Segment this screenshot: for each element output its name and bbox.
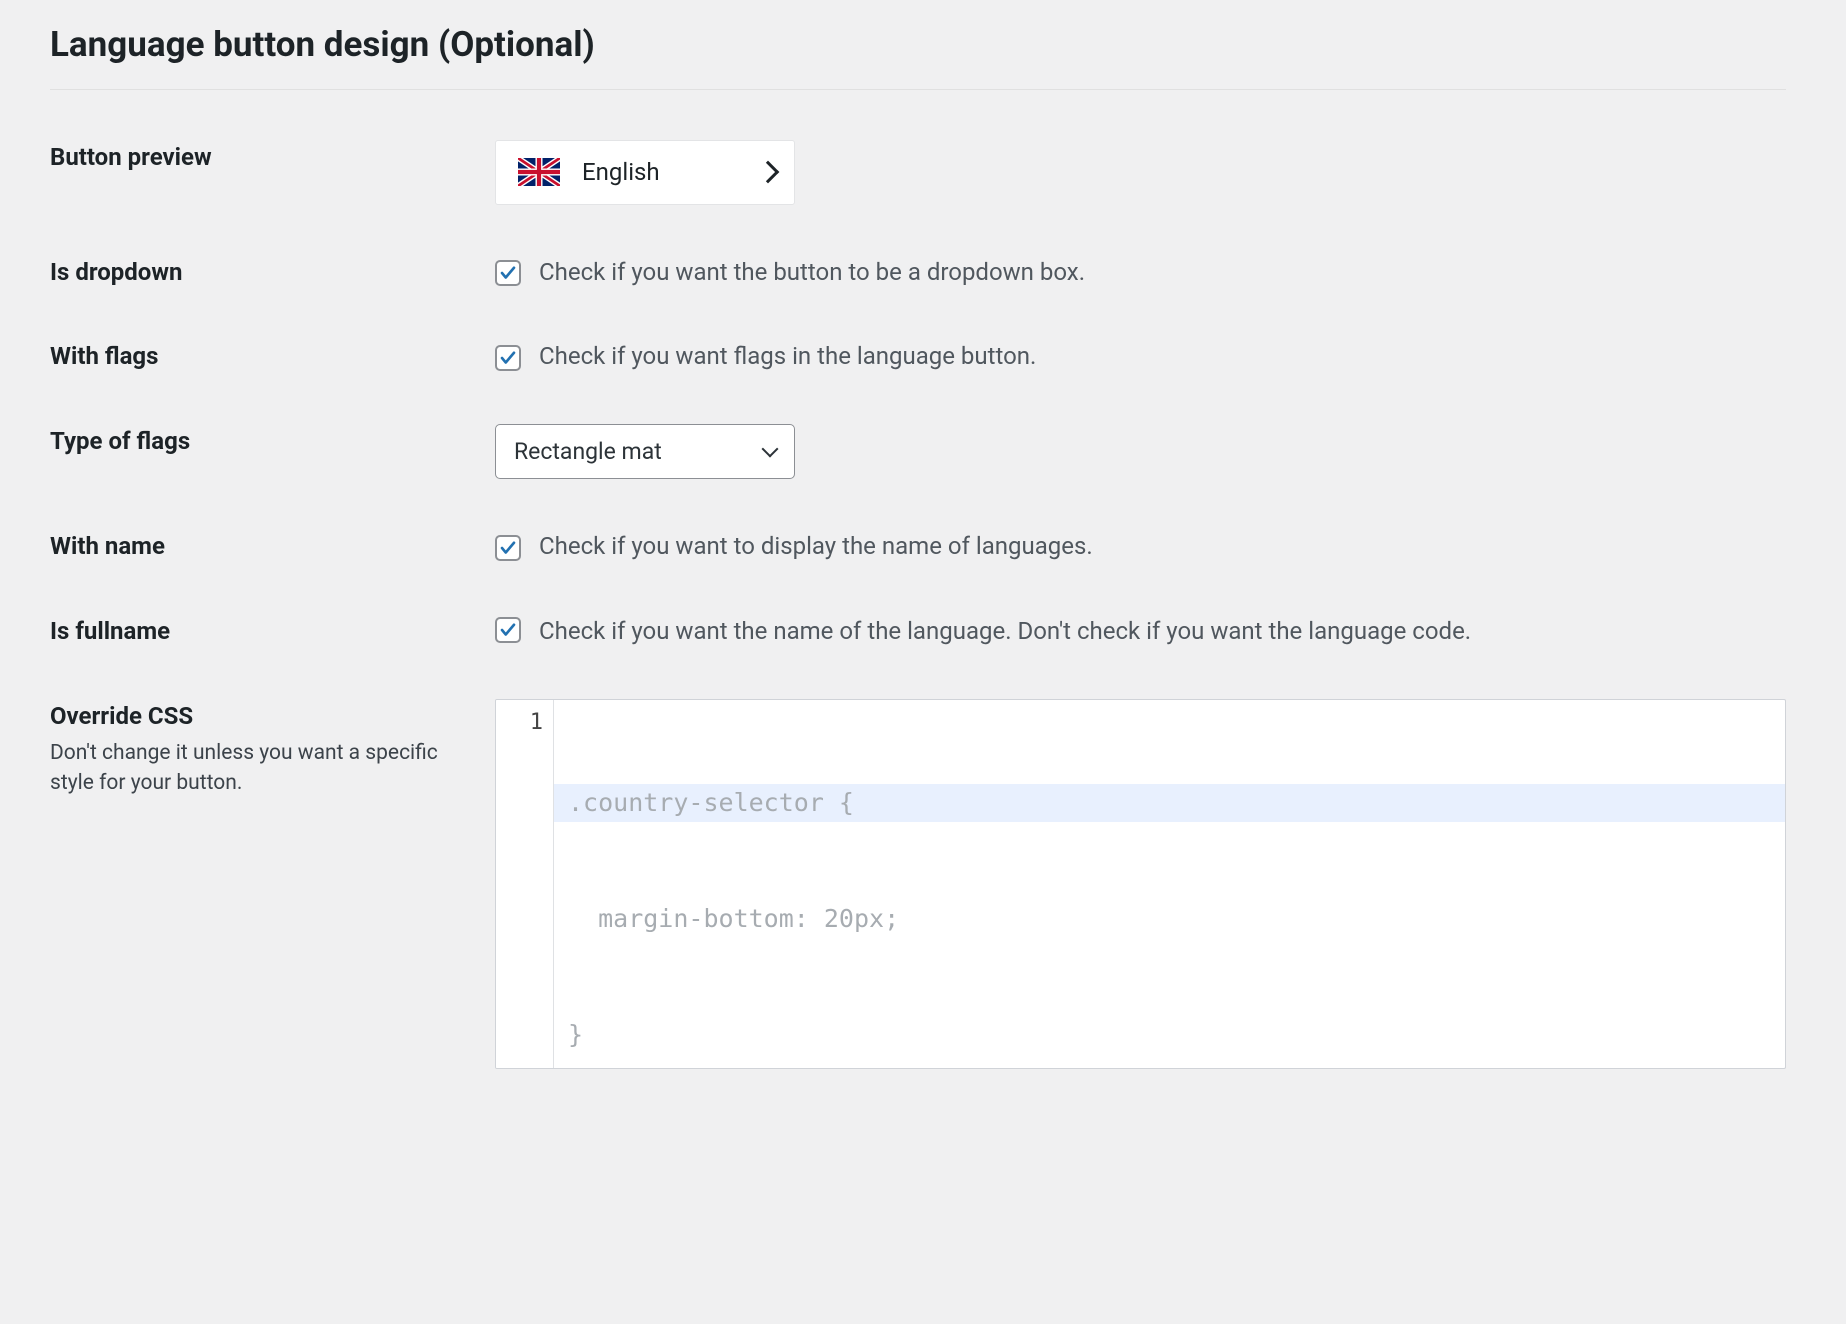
code-line: } [554, 1016, 1785, 1055]
editor-body[interactable]: .country-selector { margin-bottom: 20px;… [554, 700, 1785, 1068]
label-is-dropdown: Is dropdown [50, 255, 475, 290]
code-line: .country-selector { [554, 784, 1785, 823]
uk-flag-icon [518, 158, 560, 186]
desc-is-dropdown: Check if you want the button to be a dro… [539, 255, 1085, 290]
checkbox-with-name[interactable] [495, 535, 521, 561]
checkbox-with-flags[interactable] [495, 345, 521, 371]
row-override-css: Override CSS Don't change it unless you … [0, 649, 1846, 1069]
label-is-fullname: Is fullname [50, 614, 475, 649]
label-with-name: With name [50, 529, 475, 564]
select-type-of-flags[interactable]: Rectangle mat [495, 424, 795, 479]
line-number: 1 [496, 706, 543, 740]
desc-is-fullname: Check if you want the name of the langua… [539, 614, 1471, 649]
chevron-down-icon [762, 440, 779, 457]
checkbox-is-fullname[interactable] [495, 617, 521, 643]
row-button-preview: Button preview English [0, 90, 1846, 205]
label-override-css: Override CSS [50, 699, 475, 734]
label-button-preview: Button preview [50, 140, 475, 175]
row-type-of-flags: Type of flags Rectangle mat [0, 374, 1846, 479]
chevron-right-icon [757, 161, 780, 184]
sublabel-override-css: Don't change it unless you want a specif… [50, 738, 475, 799]
language-preview-button[interactable]: English [495, 140, 795, 205]
row-with-name: With name Check if you want to display t… [0, 479, 1846, 564]
row-is-dropdown: Is dropdown Check if you want the button… [0, 205, 1846, 290]
checkbox-is-dropdown[interactable] [495, 260, 521, 286]
code-line: margin-bottom: 20px; [554, 900, 1785, 939]
editor-gutter: 1 [496, 700, 554, 1068]
label-with-flags: With flags [50, 339, 475, 374]
desc-with-name: Check if you want to display the name of… [539, 529, 1093, 564]
select-value: Rectangle mat [514, 435, 662, 468]
row-is-fullname: Is fullname Check if you want the name o… [0, 564, 1846, 649]
label-type-of-flags: Type of flags [50, 424, 475, 459]
section-title: Language button design (Optional) [50, 20, 1846, 71]
desc-with-flags: Check if you want flags in the language … [539, 339, 1036, 374]
row-with-flags: With flags Check if you want flags in th… [0, 289, 1846, 374]
css-code-editor[interactable]: 1 .country-selector { margin-bottom: 20p… [495, 699, 1786, 1069]
language-name: English [582, 155, 738, 190]
